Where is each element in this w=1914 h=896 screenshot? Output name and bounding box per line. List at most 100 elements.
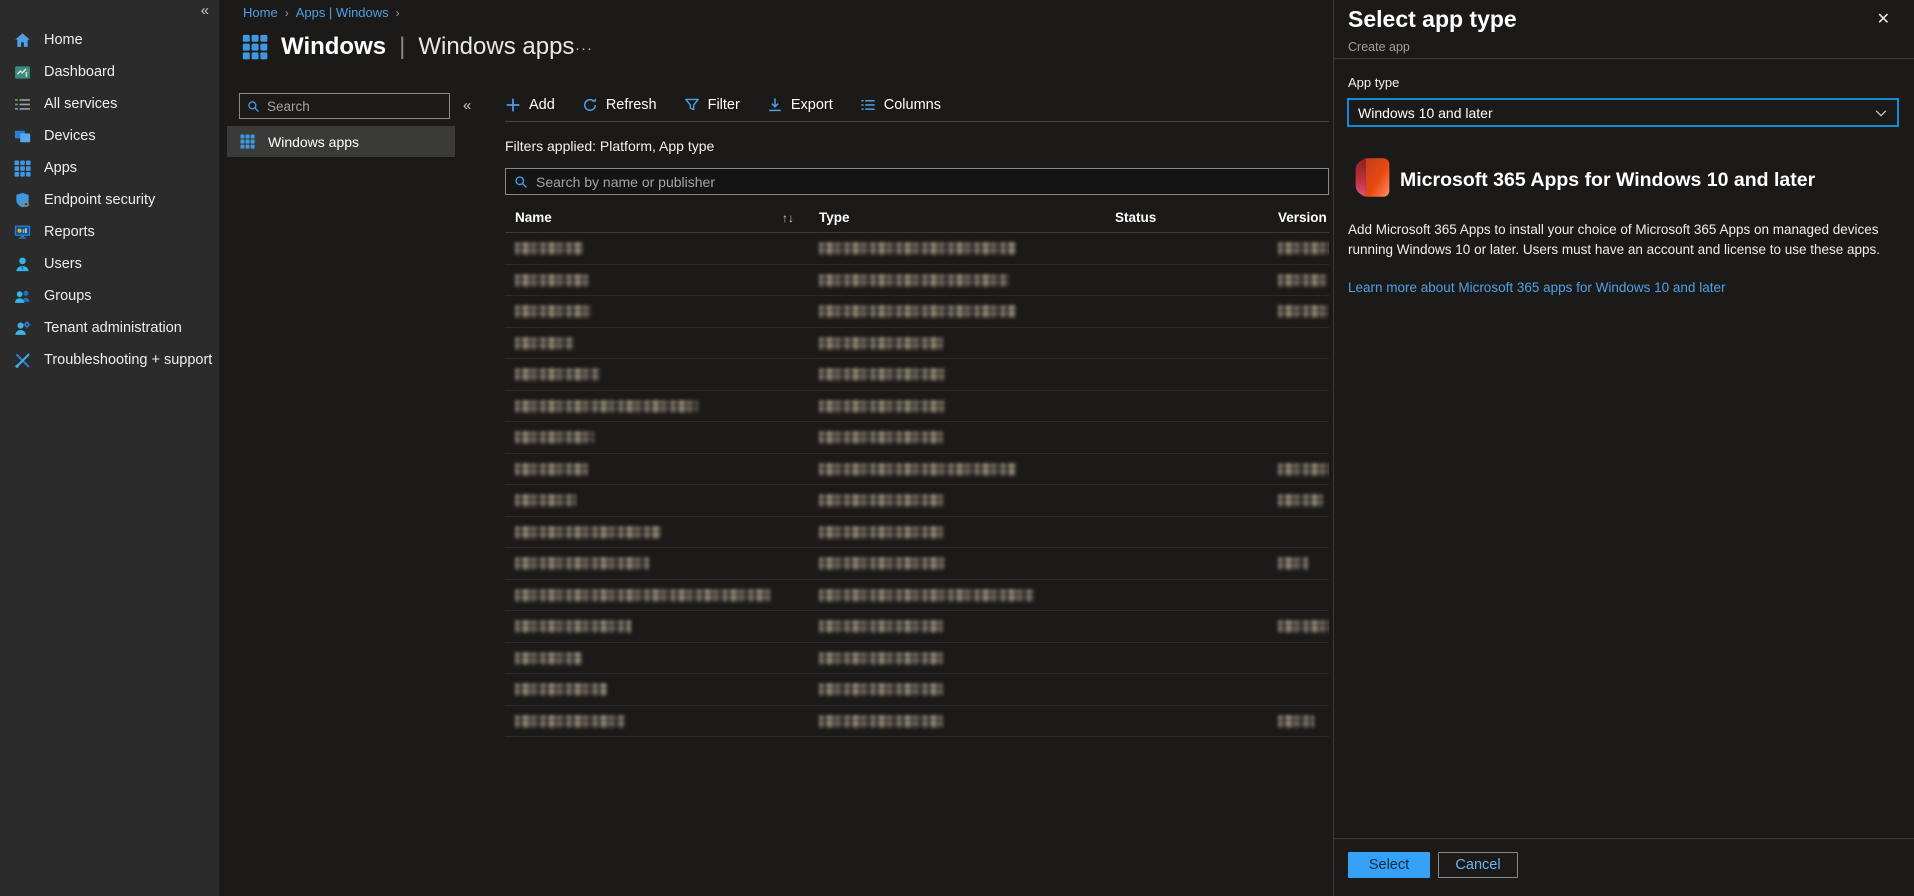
list-search-input[interactable] xyxy=(267,98,442,114)
close-icon[interactable]: ✕ xyxy=(1877,9,1890,29)
columns-button[interactable]: Columns xyxy=(860,97,941,113)
redacted-type xyxy=(819,399,945,413)
column-header-status[interactable]: Status xyxy=(1115,210,1156,225)
redacted-version xyxy=(1278,620,1329,633)
table-row[interactable] xyxy=(505,359,1329,391)
redacted-type xyxy=(819,683,943,696)
endpoint-security-icon xyxy=(14,192,31,209)
sidebar-item-devices[interactable]: Devices xyxy=(0,120,219,152)
filter-button[interactable]: Filter xyxy=(684,97,740,113)
tenant-admin-icon xyxy=(14,320,31,337)
sidebar-item-reports[interactable]: Reports xyxy=(0,216,219,248)
redacted-name xyxy=(515,651,582,665)
table-search-input[interactable] xyxy=(536,173,1320,190)
home-icon xyxy=(14,32,31,49)
redacted-name xyxy=(515,714,625,728)
sidebar-item-label: Troubleshooting + support xyxy=(44,352,213,368)
refresh-button[interactable]: Refresh xyxy=(582,97,657,113)
sidebar-item-dashboard[interactable]: Dashboard xyxy=(0,56,219,88)
redacted-name xyxy=(515,620,631,633)
table-row[interactable] xyxy=(505,454,1329,485)
learn-more-link[interactable]: Learn more about Microsoft 365 apps for … xyxy=(1348,280,1725,295)
redacted-name xyxy=(515,588,771,602)
troubleshooting-icon xyxy=(14,352,31,369)
app-type-label: App type xyxy=(1348,75,1400,90)
sidebar-item-label: Tenant administration xyxy=(44,320,182,336)
refresh-icon xyxy=(582,97,598,113)
sidebar-item-home[interactable]: Home xyxy=(0,24,219,56)
redacted-name xyxy=(515,399,698,413)
sidebar-item-label: Devices xyxy=(44,128,96,144)
table-row[interactable] xyxy=(505,233,1329,265)
sidebar-nav: Home Dashboard All services Devices Apps Endp… xyxy=(0,24,219,376)
redacted-version xyxy=(1278,273,1327,287)
redacted-type xyxy=(819,620,943,633)
redacted-type xyxy=(819,525,943,539)
redacted-version xyxy=(1278,494,1323,507)
sidebar-item-label: All services xyxy=(44,96,118,112)
redacted-name xyxy=(515,242,583,255)
breadcrumb-link[interactable]: Apps | Windows xyxy=(296,5,389,20)
column-header-version[interactable]: Version xyxy=(1278,210,1327,225)
table-row[interactable] xyxy=(505,485,1329,517)
reports-icon xyxy=(14,224,31,241)
table-row[interactable] xyxy=(505,611,1329,643)
list-item-windows-apps[interactable]: Windows apps xyxy=(227,126,455,157)
sidebar-item-users[interactable]: Users xyxy=(0,248,219,280)
app-type-selected-value: Windows 10 and later xyxy=(1358,104,1493,121)
redacted-type xyxy=(819,368,945,381)
sort-icon[interactable]: ↑↓ xyxy=(782,211,794,225)
sidebar-collapse-icon[interactable]: « xyxy=(201,2,209,19)
table-row[interactable] xyxy=(505,643,1329,674)
apps-icon xyxy=(14,160,31,177)
cancel-button[interactable]: Cancel xyxy=(1438,852,1518,878)
add-button[interactable]: Add xyxy=(505,97,555,113)
breadcrumb-separator: › xyxy=(284,5,289,20)
breadcrumb: Home › Apps | Windows › xyxy=(243,5,400,20)
app-type-dropdown[interactable]: Windows 10 and later xyxy=(1347,98,1899,127)
apps-table: Name ↑↓ Type Status Version xyxy=(505,203,1329,737)
table-row[interactable] xyxy=(505,265,1329,296)
more-options-icon[interactable]: ··· xyxy=(575,40,593,57)
table-row[interactable] xyxy=(505,580,1329,611)
table-row[interactable] xyxy=(505,517,1329,548)
sidebar-item-label: Users xyxy=(44,256,82,272)
table-row[interactable] xyxy=(505,548,1329,580)
column-header-type[interactable]: Type xyxy=(819,210,850,225)
sidebar-item-tenant-administration[interactable]: Tenant administration xyxy=(0,312,219,344)
redacted-type xyxy=(819,588,1034,602)
table-row[interactable] xyxy=(505,296,1329,328)
redacted-version xyxy=(1278,462,1329,476)
table-row[interactable] xyxy=(505,328,1329,359)
list-item-label: Windows apps xyxy=(268,133,360,150)
sidebar-item-apps[interactable]: Apps xyxy=(0,152,219,184)
filter-icon xyxy=(684,97,700,113)
breadcrumb-separator: › xyxy=(395,5,400,20)
redacted-version xyxy=(1278,557,1308,570)
table-row[interactable] xyxy=(505,706,1329,737)
select-app-type-panel: Select app type ✕ Create app App type Wi… xyxy=(1333,0,1914,896)
table-row[interactable] xyxy=(505,391,1329,422)
redacted-name xyxy=(515,368,600,381)
sidebar-item-all-services[interactable]: All services xyxy=(0,88,219,120)
select-button[interactable]: Select xyxy=(1348,852,1430,878)
app-info-heading: Microsoft 365 Apps for Windows 10 and la… xyxy=(1400,169,1816,191)
breadcrumb-link[interactable]: Home xyxy=(243,5,278,20)
command-bar-divider xyxy=(505,121,1329,122)
redacted-type xyxy=(819,494,943,507)
column-header-name[interactable]: Name xyxy=(515,210,552,225)
redacted-name xyxy=(515,336,574,350)
sidebar-item-endpoint-security[interactable]: Endpoint security xyxy=(0,184,219,216)
list-panel-collapse-icon[interactable]: « xyxy=(463,97,471,114)
sidebar-item-groups[interactable]: Groups xyxy=(0,280,219,312)
table-row[interactable] xyxy=(505,674,1329,706)
export-button[interactable]: Export xyxy=(767,97,833,113)
table-row[interactable] xyxy=(505,422,1329,454)
toolbar-button-label: Add xyxy=(529,97,555,113)
redacted-type xyxy=(819,557,945,570)
redacted-type xyxy=(819,242,1016,255)
page-title: Windows | Windows apps xyxy=(242,33,574,61)
apps-grid-icon xyxy=(240,134,255,149)
sidebar-item-label: Apps xyxy=(44,160,78,176)
sidebar-item-troubleshooting-support[interactable]: Troubleshooting + support xyxy=(0,344,219,376)
